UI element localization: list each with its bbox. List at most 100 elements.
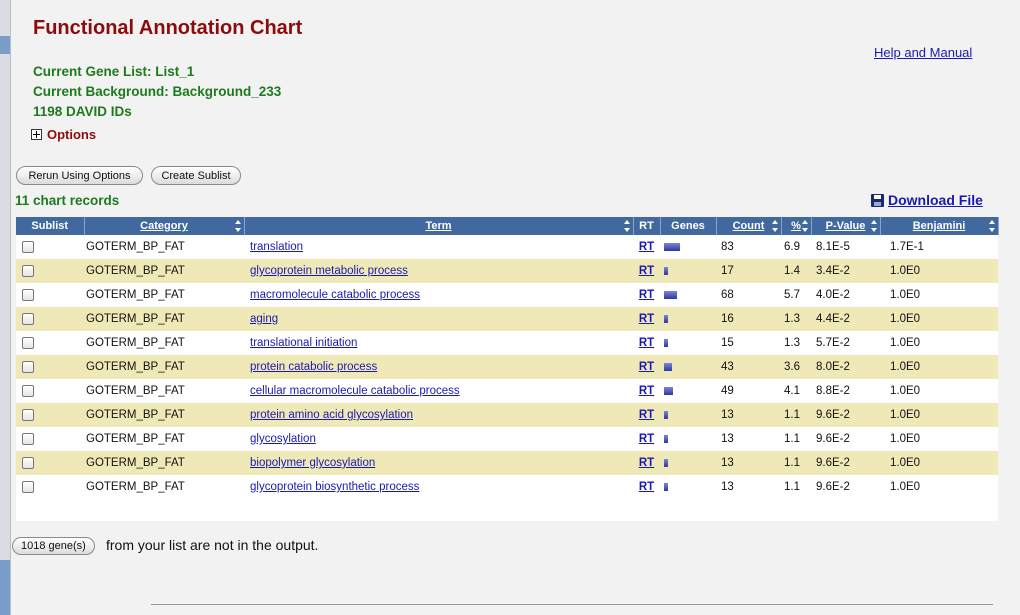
- sublist-checkbox[interactable]: [22, 288, 34, 301]
- row-category: GOTERM_BP_FAT: [84, 283, 244, 307]
- rt-link[interactable]: RT: [639, 313, 654, 325]
- options-toggle[interactable]: Options: [31, 127, 96, 142]
- table-row: GOTERM_BP_FAT glycosylation RT 13 1.1 9.6E-2 1…: [16, 427, 998, 451]
- term-link[interactable]: glycosylation: [250, 433, 316, 445]
- term-link[interactable]: protein amino acid glycosylation: [250, 409, 413, 421]
- header-category-label[interactable]: Category: [140, 220, 188, 232]
- rt-link[interactable]: RT: [639, 481, 654, 493]
- sublist-checkbox[interactable]: [22, 336, 34, 349]
- rt-link[interactable]: RT: [639, 241, 654, 253]
- genes-bar[interactable]: [664, 314, 668, 323]
- row-sublist-cell: [16, 403, 84, 427]
- plus-box-icon[interactable]: [31, 129, 42, 140]
- genes-bar[interactable]: [664, 458, 668, 467]
- genes-bar[interactable]: [664, 482, 668, 491]
- row-genes-cell: [660, 355, 716, 379]
- row-benjamini: 1.7E-1: [880, 235, 998, 259]
- annotation-chart-table: Sublist Category Term RT Genes Count % P…: [16, 217, 999, 521]
- row-rt-cell: RT: [633, 427, 660, 451]
- genes-bar[interactable]: [664, 434, 668, 443]
- sort-arrows-icon[interactable]: [988, 220, 996, 232]
- rt-link[interactable]: RT: [639, 457, 654, 469]
- term-link[interactable]: glycoprotein biosynthetic process: [250, 481, 419, 493]
- rt-link[interactable]: RT: [639, 337, 654, 349]
- rt-link[interactable]: RT: [639, 385, 654, 397]
- sublist-checkbox[interactable]: [22, 384, 34, 397]
- table-row: GOTERM_BP_FAT macromolecule catabolic pro…: [16, 283, 998, 307]
- genes-bar[interactable]: [664, 338, 668, 347]
- rerun-using-options-button[interactable]: Rerun Using Options: [16, 166, 143, 185]
- sort-arrows-icon[interactable]: [771, 220, 779, 232]
- header-term-label[interactable]: Term: [425, 220, 451, 232]
- download-file-label[interactable]: Download File: [888, 192, 983, 208]
- row-sublist-cell: [16, 475, 84, 499]
- row-p-value: 5.7E-2: [811, 331, 880, 355]
- term-link[interactable]: biopolymer glycosylation: [250, 457, 375, 469]
- sort-arrows-icon[interactable]: [623, 220, 631, 232]
- row-genes-cell: [660, 259, 716, 283]
- genes-bar[interactable]: [664, 410, 668, 419]
- genes-not-in-output-text: from your list are not in the output.: [106, 537, 319, 553]
- sublist-checkbox[interactable]: [22, 312, 34, 325]
- header-count-label[interactable]: Count: [733, 220, 765, 232]
- sublist-checkbox[interactable]: [22, 264, 34, 277]
- term-link[interactable]: aging: [250, 313, 278, 325]
- rt-link[interactable]: RT: [639, 289, 654, 301]
- header-p-value-label[interactable]: P-Value: [826, 220, 866, 232]
- rt-link[interactable]: RT: [639, 361, 654, 373]
- header-p-value[interactable]: P-Value: [811, 217, 881, 235]
- genes-bar[interactable]: [664, 266, 668, 275]
- row-p-value: 8.8E-2: [811, 379, 880, 403]
- sublist-checkbox[interactable]: [22, 456, 34, 469]
- row-term-cell: glycoprotein metabolic process: [244, 259, 633, 283]
- term-link[interactable]: protein catabolic process: [250, 361, 377, 373]
- rt-link[interactable]: RT: [639, 265, 654, 277]
- row-p-value: 9.6E-2: [811, 427, 880, 451]
- header-percent[interactable]: %: [781, 217, 812, 235]
- row-count: 43: [716, 355, 781, 379]
- row-term-cell: aging: [244, 307, 633, 331]
- genes-not-in-output-button[interactable]: 1018 gene(s): [12, 537, 95, 555]
- sublist-checkbox[interactable]: [22, 408, 34, 421]
- sublist-checkbox[interactable]: [22, 240, 34, 253]
- sublist-checkbox[interactable]: [22, 432, 34, 445]
- header-term[interactable]: Term: [244, 217, 634, 235]
- term-link[interactable]: translational initiation: [250, 337, 357, 349]
- genes-bar[interactable]: [664, 386, 673, 395]
- header-rt-label: RT: [639, 220, 654, 232]
- term-link[interactable]: macromolecule catabolic process: [250, 289, 420, 301]
- genes-bar[interactable]: [664, 242, 680, 251]
- sublist-checkbox[interactable]: [22, 360, 34, 373]
- rt-link[interactable]: RT: [639, 409, 654, 421]
- rt-link[interactable]: RT: [639, 433, 654, 445]
- row-rt-cell: RT: [633, 475, 660, 499]
- row-benjamini: 1.0E0: [880, 379, 998, 403]
- header-genes: Genes: [660, 217, 717, 235]
- row-sublist-cell: [16, 355, 84, 379]
- row-genes-cell: [660, 379, 716, 403]
- row-category: GOTERM_BP_FAT: [84, 355, 244, 379]
- current-background: Current Background: Background_233: [33, 84, 282, 99]
- sort-arrows-icon[interactable]: [870, 220, 878, 232]
- row-rt-cell: RT: [633, 307, 660, 331]
- header-benjamini[interactable]: Benjamini: [880, 217, 999, 235]
- genes-bar[interactable]: [664, 362, 672, 371]
- term-link[interactable]: cellular macromolecule catabolic process: [250, 385, 460, 397]
- help-and-manual-link[interactable]: Help and Manual: [874, 45, 972, 60]
- header-benjamini-label[interactable]: Benjamini: [913, 220, 966, 232]
- term-link[interactable]: glycoprotein metabolic process: [250, 265, 408, 277]
- header-category[interactable]: Category: [84, 217, 245, 235]
- header-percent-label[interactable]: %: [791, 220, 801, 232]
- sort-arrows-icon[interactable]: [234, 220, 242, 232]
- row-p-value: 9.6E-2: [811, 451, 880, 475]
- sort-arrows-icon[interactable]: [801, 220, 809, 232]
- row-rt-cell: RT: [633, 235, 660, 259]
- row-category: GOTERM_BP_FAT: [84, 307, 244, 331]
- create-sublist-button[interactable]: Create Sublist: [151, 166, 241, 185]
- sublist-checkbox[interactable]: [22, 480, 34, 493]
- row-count: 83: [716, 235, 781, 259]
- header-count[interactable]: Count: [716, 217, 782, 235]
- download-file-link[interactable]: Download File: [871, 192, 983, 208]
- term-link[interactable]: translation: [250, 241, 303, 253]
- genes-bar[interactable]: [664, 290, 677, 299]
